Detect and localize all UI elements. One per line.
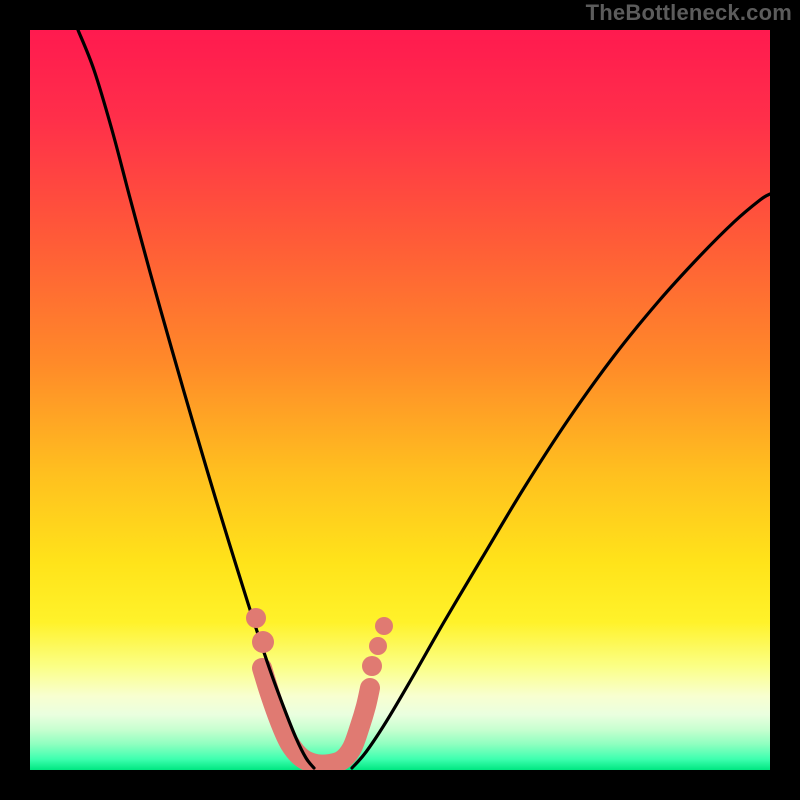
plot-area (30, 30, 770, 770)
accent_dot_L1 (252, 631, 274, 653)
watermark-text: TheBottleneck.com (586, 0, 792, 26)
accent_dot_R3 (375, 617, 393, 635)
chart-canvas: TheBottleneck.com (0, 0, 800, 800)
accent_dot_R1 (362, 656, 382, 676)
accent_dot_R2 (369, 637, 387, 655)
gradient-background (30, 30, 770, 770)
plot-svg (30, 30, 770, 770)
accent_dot_L2 (246, 608, 266, 628)
